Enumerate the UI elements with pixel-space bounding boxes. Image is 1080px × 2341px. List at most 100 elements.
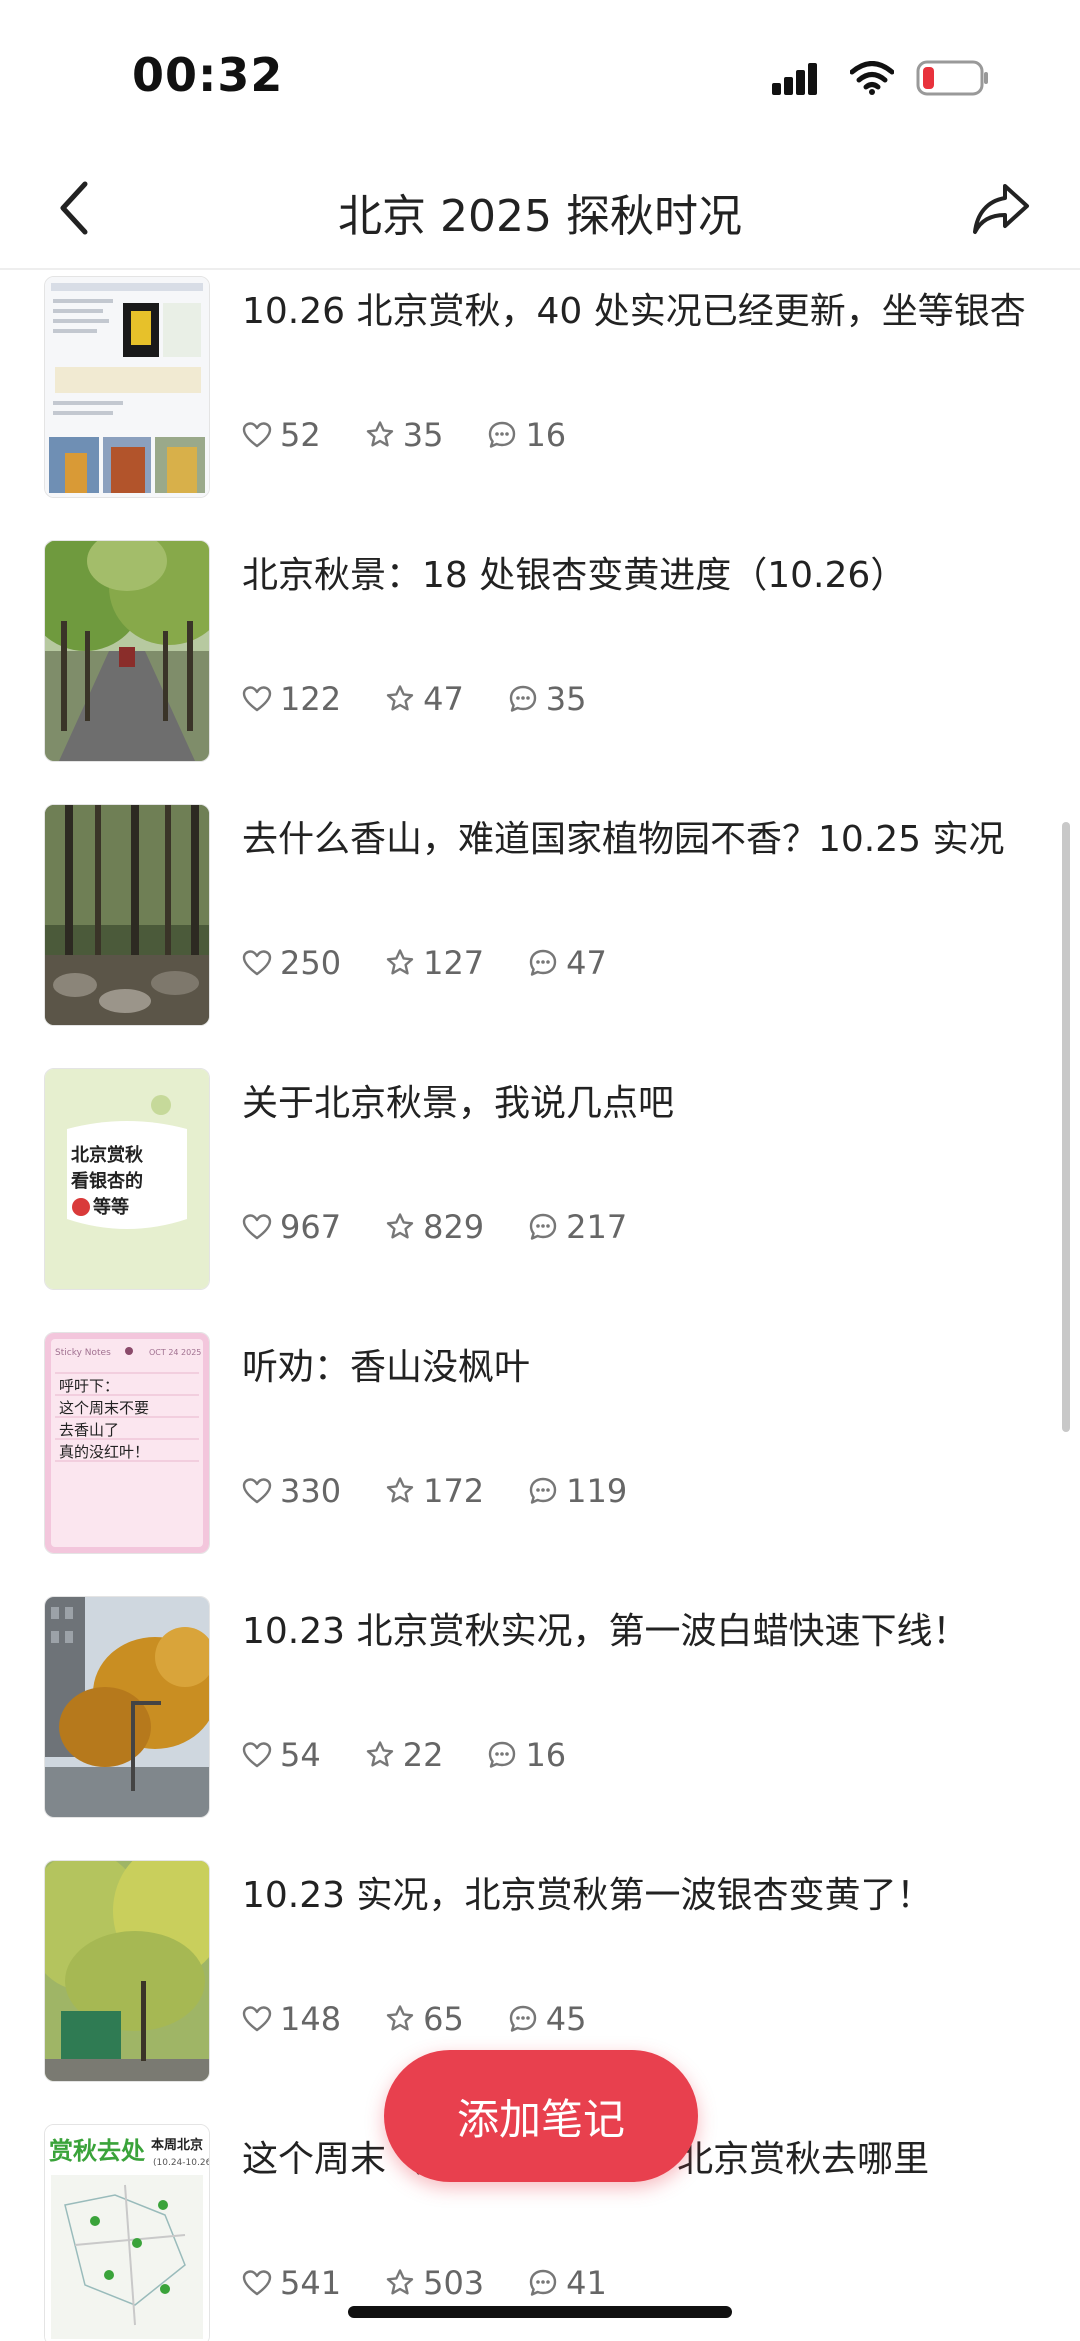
like-count[interactable]: 148 [242,2000,341,2038]
heart-icon [242,2006,272,2032]
battery-icon [916,59,990,101]
note-thumbnail: 北京赏秋 看银杏的 等等 [44,1068,210,1290]
comment-icon [489,421,516,448]
map-subtitle: 本周北京 [151,2137,203,2153]
comment-count[interactable]: 47 [528,944,607,982]
star-count[interactable]: 47 [385,680,464,718]
comment-icon [529,1213,557,1240]
note-stats: 330 172 119 [242,1466,671,1516]
poster-line-3: 等等 [93,1196,129,1218]
share-button[interactable] [966,174,1036,244]
status-icons [772,58,990,102]
star-icon [386,949,414,975]
sticky-date: OCT 24 2025 [149,1348,201,1357]
note-item[interactable]: 去什么香山，难道国家植物园不香？10.25 实况 250 127 47 [0,784,1080,1048]
status-bar: 00:32 [0,0,1080,150]
note-thumbnail [44,1860,210,2082]
note-stats: 148 65 45 [242,1994,631,2044]
sticky-line-3: 去香山了 [59,1421,119,1439]
comment-count[interactable]: 16 [487,416,566,454]
star-icon [366,421,393,447]
like-count[interactable]: 250 [242,944,341,982]
star-count[interactable]: 35 [365,416,443,454]
poster-line-2: 看银杏的 [70,1170,143,1192]
comment-count[interactable]: 41 [528,2264,607,2302]
star-icon [366,1741,393,1767]
page-title: 北京 2025 探秋时况 [338,191,742,242]
like-count[interactable]: 330 [242,1472,341,1510]
like-count[interactable]: 967 [242,1208,341,1246]
sticky-line-4: 真的没红叶！ [59,1443,149,1461]
note-stats: 541 503 41 [242,2258,651,2308]
note-item[interactable]: 北京秋景：18 处银杏变黄进度（10.26） 122 47 35 [0,520,1080,784]
sticky-line-2: 这个周末不要 [59,1399,149,1417]
star-count[interactable]: 65 [385,2000,464,2038]
comment-count[interactable]: 35 [508,680,587,718]
note-title: 听劝：香山没枫叶 [242,1347,531,1388]
comment-count[interactable]: 16 [487,1736,566,1774]
map-title: 赏秋去处 [49,2137,145,2165]
star-count[interactable]: 127 [385,944,484,982]
note-thumbnail [44,276,210,498]
scrollbar[interactable] [1062,822,1070,1432]
comment-count[interactable]: 217 [528,1208,627,1246]
heart-icon [242,2270,272,2296]
note-item[interactable]: Sticky Notes OCT 24 2025 呼吁下： 这个周末不要 去香山… [0,1312,1080,1576]
signal-icon [772,61,828,99]
note-title: 去什么香山，难道国家植物园不香？10.25 实况 [242,819,1005,860]
like-count[interactable]: 54 [242,1736,321,1774]
star-count[interactable]: 172 [385,1472,484,1510]
comment-icon [529,1477,557,1504]
note-thumbnail [44,804,210,1026]
heart-icon [242,1214,272,1240]
star-icon [386,685,414,711]
star-count[interactable]: 22 [365,1736,443,1774]
star-icon [386,1477,414,1503]
heart-icon [242,1478,272,1504]
comment-icon [509,685,536,712]
note-item[interactable]: 10.23 北京赏秋实况，第一波白蜡快速下线！ 54 22 16 [0,1576,1080,1840]
heart-icon [242,1742,272,1768]
poster-line-1: 北京赏秋 [71,1144,144,1166]
note-title: 10.26 北京赏秋，40 处实况已经更新，坐等银杏 [242,291,1026,332]
note-item[interactable]: 10.26 北京赏秋，40 处实况已经更新，坐等银杏 52 35 16 [0,270,1080,520]
note-thumbnail [44,540,210,762]
heart-icon [242,686,272,712]
star-count[interactable]: 829 [385,1208,484,1246]
comment-icon [529,2269,557,2296]
map-dates: (10.24-10.26) [153,2158,209,2168]
note-stats: 250 127 47 [242,938,651,988]
note-title: 北京秋景：18 处银杏变黄进度（10.26） [242,555,907,596]
note-stats: 54 22 16 [242,1730,610,1780]
comment-icon [529,949,557,976]
sticky-header: Sticky Notes [55,1348,111,1358]
like-count[interactable]: 541 [242,2264,341,2302]
comment-count[interactable]: 45 [508,2000,587,2038]
like-count[interactable]: 122 [242,680,341,718]
comment-icon [509,2005,536,2032]
note-title: 10.23 实况，北京赏秋第一波银杏变黄了！ [242,1875,933,1916]
sticky-line-1: 呼吁下： [59,1377,119,1395]
heart-icon [242,950,272,976]
wifi-icon [849,61,895,99]
note-stats: 967 829 217 [242,1202,671,1252]
like-count[interactable]: 52 [242,416,321,454]
note-thumbnail [44,1596,210,1818]
notes-list[interactable]: 10.26 北京赏秋，40 处实况已经更新，坐等银杏 52 35 16 北京秋景… [0,270,1080,2341]
comment-icon [489,1741,516,1768]
nav-bar: 北京 2025 探秋时况 [0,150,1080,270]
star-count[interactable]: 503 [385,2264,484,2302]
home-indicator[interactable] [348,2306,732,2318]
note-thumbnail: 赏秋去处 本周北京 (10.24-10.26) [44,2124,210,2341]
note-item[interactable]: 北京赏秋 看银杏的 等等 关于北京秋景，我说几点吧 967 829 217 [0,1048,1080,1312]
note-stats: 52 35 16 [242,410,610,460]
note-thumbnail: Sticky Notes OCT 24 2025 呼吁下： 这个周末不要 去香山… [44,1332,210,1554]
status-time: 00:32 [132,48,284,102]
add-note-button[interactable]: 添加笔记 [384,2050,698,2182]
share-icon [973,184,1029,234]
note-stats: 122 47 35 [242,674,631,724]
comment-count[interactable]: 119 [528,1472,627,1510]
star-icon [386,2005,414,2031]
heart-icon [242,422,272,448]
star-icon [386,2269,414,2295]
